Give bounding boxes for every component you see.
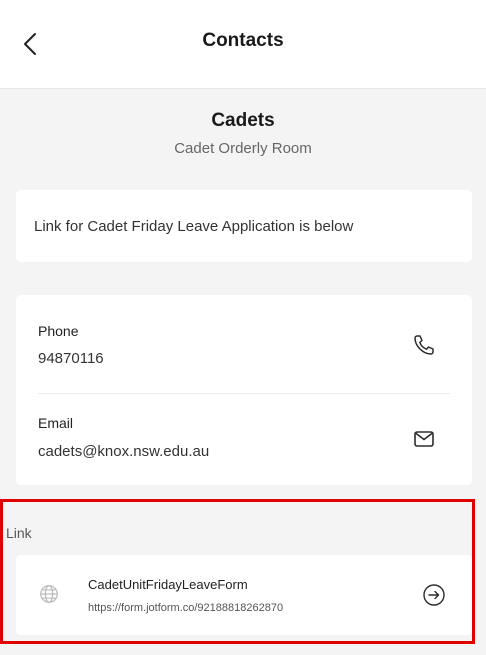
- envelope-icon[interactable]: [412, 427, 436, 451]
- top-bar: Contacts: [0, 0, 486, 89]
- email-value[interactable]: cadets@knox.nsw.edu.au: [38, 443, 209, 460]
- notice-card: Link for Cadet Friday Leave Application …: [16, 190, 472, 262]
- notice-text: Link for Cadet Friday Leave Application …: [34, 218, 354, 235]
- link-card[interactable]: CadetUnitFridayLeaveForm https://form.jo…: [16, 555, 472, 635]
- contact-details-card: Phone 94870116 Email cadets@knox.nsw.edu…: [16, 295, 472, 485]
- globe-icon: [40, 585, 58, 603]
- link-section-label: Link: [6, 525, 32, 541]
- page-title: Contacts: [202, 30, 284, 51]
- arrow-right-circle-icon[interactable]: [422, 583, 446, 607]
- divider: [38, 393, 450, 394]
- group-subtitle: Cadet Orderly Room: [174, 140, 312, 157]
- phone-value[interactable]: 94870116: [38, 350, 104, 367]
- group-name: Cadets: [211, 110, 275, 131]
- link-title[interactable]: CadetUnitFridayLeaveForm: [88, 577, 248, 592]
- phone-label: Phone: [38, 323, 79, 339]
- link-url[interactable]: https://form.jotform.co/92188818262870: [88, 602, 283, 614]
- phone-icon[interactable]: [412, 333, 436, 357]
- email-label: Email: [38, 415, 74, 431]
